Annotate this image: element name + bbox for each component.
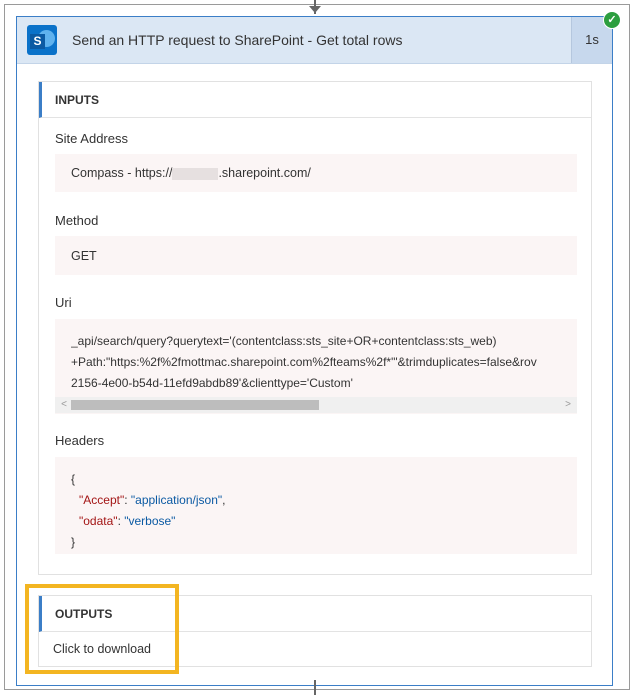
json-entry: "odata": "verbose" [71,511,225,532]
method-value-box: GET [55,236,577,275]
inputs-panel: INPUTS Site Address Compass - https:// .s… [38,81,592,575]
scroll-thumb[interactable] [71,400,319,410]
sharepoint-icon-letter: S [30,34,45,49]
connector-line-bottom [314,680,316,695]
site-address-label: Site Address [55,131,128,146]
json-value: "application/json" [130,493,223,507]
uri-line: 2156-4e00-b54d-11efd9abdb89'&clienttype=… [71,376,353,390]
uri-value-box: _api/search/query?querytext='(contentcla… [55,319,577,414]
check-circle-icon: ✓ [603,11,621,29]
inputs-header: INPUTS [39,82,591,118]
json-open-brace: { [71,472,76,486]
outputs-highlight-box [25,584,179,674]
uri-line: +Path:"https:%2f%2fmottmac.sharepoint.co… [71,355,537,369]
json-value: "verbose" [124,514,176,528]
duration-label: 1s [585,32,599,47]
headers-json: { "Accept": "application/json", "odata":… [71,469,225,553]
uri-horizontal-scrollbar[interactable]: < > [55,397,577,413]
action-header[interactable]: S Send an HTTP request to SharePoint - G… [17,17,612,64]
method-label: Method [55,213,99,228]
json-close-brace: } [71,535,76,549]
json-separator: : [124,493,131,507]
json-key: "odata" [79,514,118,528]
redacted-text [172,167,219,180]
json-trail: , [222,493,226,507]
site-address-prefix: Compass - https:// [71,166,173,180]
headers-label: Headers [55,433,105,448]
scroll-right-icon[interactable]: > [561,397,575,413]
sharepoint-icon: S [27,25,57,55]
connector-arrow-icon [309,6,321,13]
scroll-left-icon[interactable]: < [57,397,71,413]
uri-line: _api/search/query?querytext='(contentcla… [71,334,497,348]
json-key: "Accept" [79,493,125,507]
uri-label: Uri [55,295,72,310]
inputs-heading: INPUTS [55,93,100,107]
method-value: GET [71,249,97,263]
site-address-value-box: Compass - https:// .sharepoint.com/ [55,154,577,192]
action-title: Send an HTTP request to SharePoint - Get… [72,32,403,48]
site-address-value: Compass - https:// .sharepoint.com/ [71,166,311,180]
site-address-suffix: .sharepoint.com/ [218,166,311,180]
json-entry: "Accept": "application/json", [71,490,225,511]
uri-value: _api/search/query?querytext='(contentcla… [71,331,575,394]
headers-value-box: { "Accept": "application/json", "odata":… [55,457,577,554]
